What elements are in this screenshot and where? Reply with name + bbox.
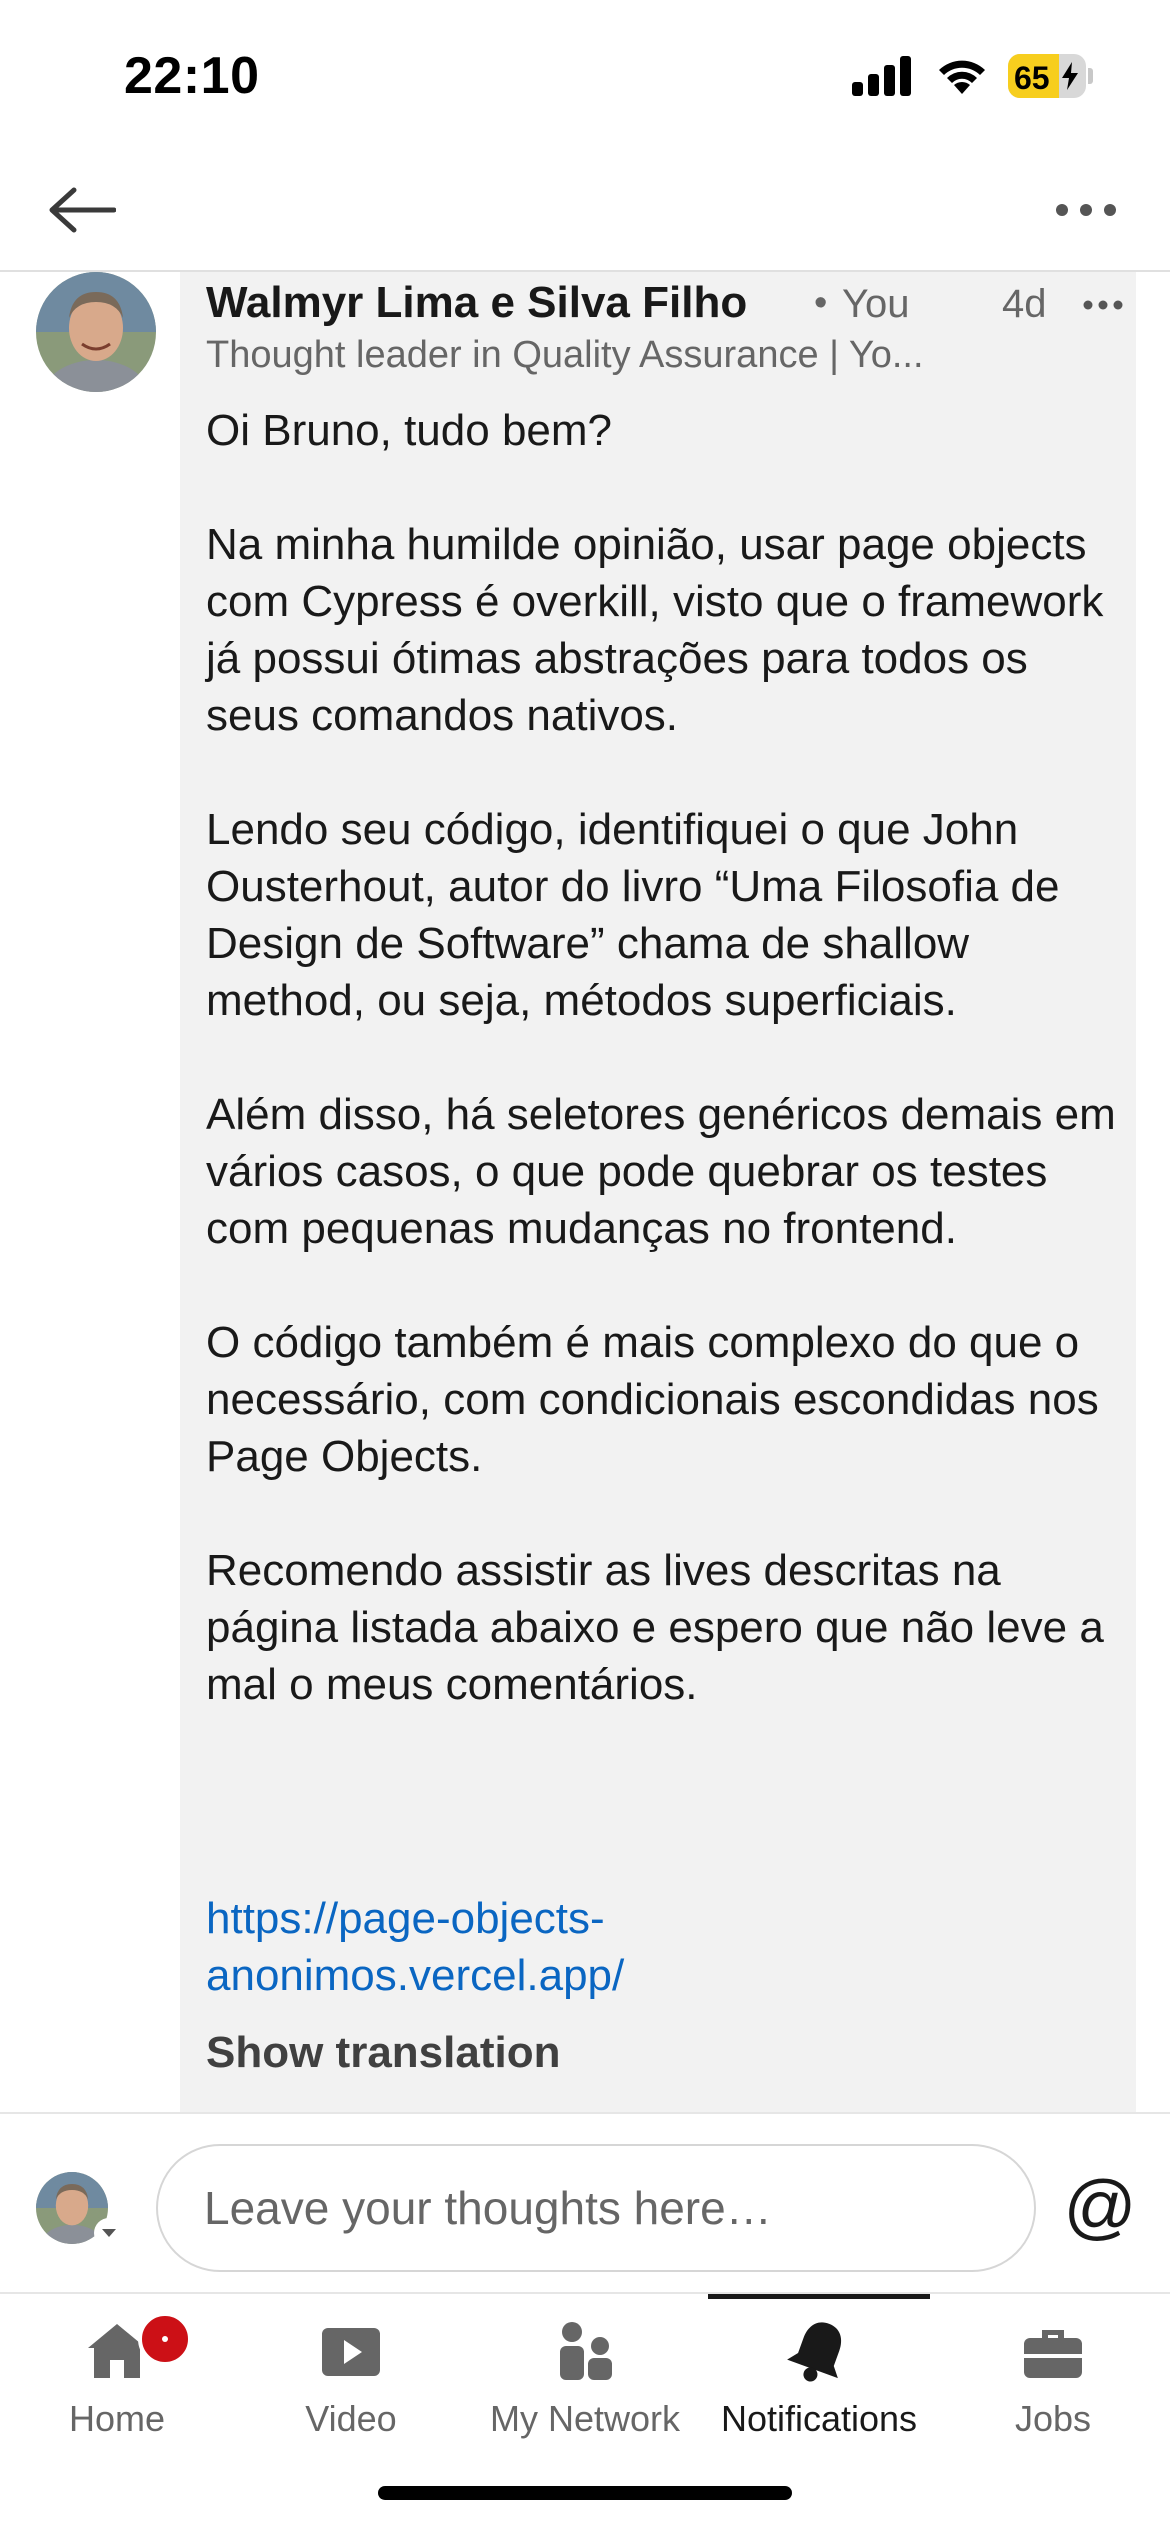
back-button[interactable]: [44, 178, 120, 242]
tab-video[interactable]: Video: [234, 2294, 468, 2444]
comment-paragraph: Lendo seu código, identifiquei o que Joh…: [206, 805, 1060, 1025]
video-icon: [322, 2328, 380, 2376]
more-horizontal-icon: [1056, 204, 1116, 216]
comment-options-button[interactable]: [1078, 280, 1128, 330]
tab-label: Video: [305, 2398, 397, 2439]
comment-bubble: Walmyr Lima e Silva Filho • You 4d Thoug…: [180, 272, 1136, 2112]
chevron-down-icon[interactable]: [94, 2218, 124, 2248]
comment-paragraph: Na minha humilde opinião, usar page obje…: [206, 520, 1104, 740]
top-navigation: [0, 150, 1170, 272]
comment-paragraph: Além disso, há seletores genéricos demai…: [206, 1090, 1116, 1253]
comment-header: Walmyr Lima e Silva Filho • You 4d: [206, 274, 1123, 334]
separator-dot: •: [814, 282, 828, 324]
comment-body: Oi Bruno, tudo bem? Na minha humilde opi…: [206, 402, 1116, 1770]
comment-input[interactable]: [156, 2144, 1036, 2272]
comment-paragraph: Oi Bruno, tudo bem?: [206, 406, 613, 455]
linkedin-comment-screen: 22:10 65 Walmyr Lima e Silva Filho • You…: [0, 0, 1170, 2532]
more-horizontal-icon: [1083, 300, 1123, 310]
author-headline: Thought leader in Quality Assurance | Yo…: [206, 334, 924, 376]
people-icon: [560, 2322, 612, 2380]
tab-my-network[interactable]: My Network: [468, 2294, 702, 2444]
comment-paragraph: O código também é mais complexo do que o…: [206, 1318, 1099, 1481]
battery-level: 65: [1014, 60, 1050, 96]
tab-label: Notifications: [720, 2398, 918, 2439]
tab-label: Jobs: [1014, 2398, 1092, 2439]
tab-jobs[interactable]: Jobs: [936, 2294, 1170, 2444]
comment-link[interactable]: https://page-objects- anonimos.vercel.ap…: [206, 1890, 906, 2004]
home-indicator: [378, 2486, 792, 2500]
arrow-left-icon: [49, 187, 116, 233]
battery-charging-icon: 65: [1008, 54, 1093, 98]
status-time: 22:10: [124, 47, 260, 105]
wifi-icon: [939, 60, 985, 94]
signal-icon: [852, 56, 912, 96]
show-translation-button[interactable]: Show translation: [206, 2028, 560, 2078]
bell-icon: [787, 2322, 842, 2382]
comment-time: 4d: [1002, 282, 1047, 326]
tab-label: Home: [68, 2398, 166, 2439]
tab-home[interactable]: Home: [0, 2294, 234, 2444]
comment-composer: @: [0, 2112, 1170, 2292]
mention-button[interactable]: @: [1060, 2162, 1140, 2252]
tab-notifications[interactable]: Notifications: [702, 2294, 936, 2444]
comment-paragraph: Recomendo assistir as lives descritas na…: [206, 1546, 1104, 1709]
author-avatar[interactable]: [36, 272, 156, 392]
briefcase-icon: [1024, 2330, 1082, 2378]
notification-badge: [138, 2312, 192, 2366]
more-options-button[interactable]: [1048, 180, 1124, 240]
status-bar: 22:10 65: [0, 0, 1170, 150]
tab-label: My Network: [489, 2398, 681, 2439]
author-name[interactable]: Walmyr Lima e Silva Filho: [206, 278, 747, 328]
you-label: You: [842, 282, 910, 326]
